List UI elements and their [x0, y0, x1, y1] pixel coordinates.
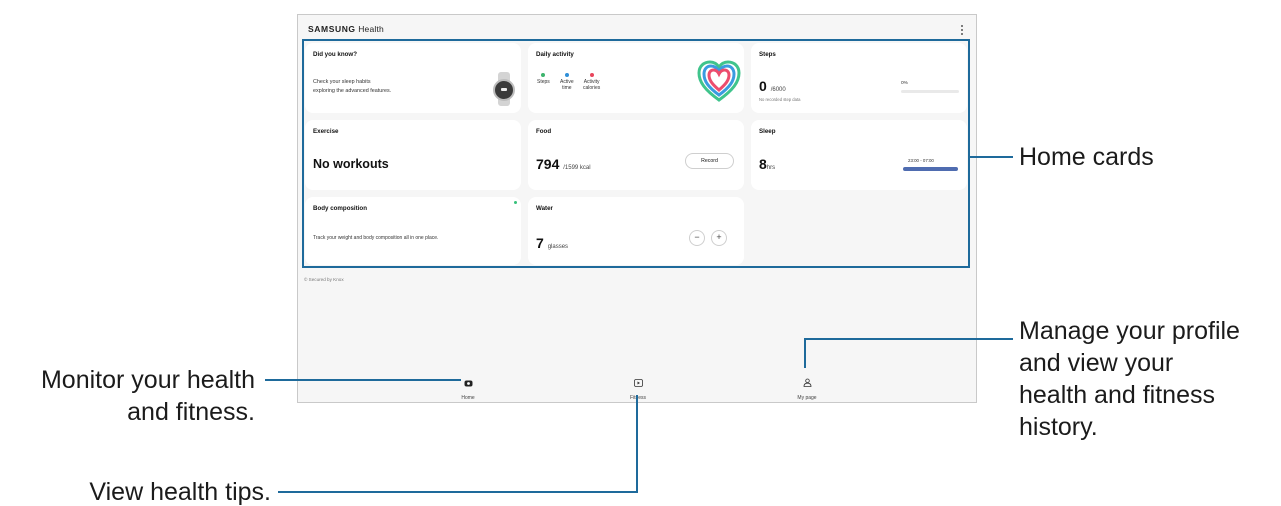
knox-note: © Secured by Knox [304, 277, 344, 282]
callout-profile: Manage your profile and view your health… [1019, 317, 1240, 441]
callout-line-home-cards [970, 156, 1013, 158]
app-header: SAMSUNG Health [308, 23, 968, 39]
app-logo: SAMSUNG Health [308, 24, 384, 34]
fitness-icon [633, 379, 643, 387]
nav-fitness[interactable]: Fitness [608, 374, 668, 401]
callout-line-profile-v [804, 338, 806, 368]
more-options-button[interactable] [958, 23, 966, 37]
home-cards-highlight [302, 39, 970, 268]
callout-line-profile-h [804, 338, 1013, 340]
home-icon [464, 380, 472, 387]
nav-my-page[interactable]: My page [777, 374, 837, 401]
callout-tips: View health tips. [89, 478, 271, 506]
person-icon [803, 378, 811, 387]
callout-line-tips-h [278, 491, 638, 493]
callout-line-tips-v [636, 395, 638, 493]
more-vertical-icon [961, 25, 963, 27]
callout-home-cards: Home cards [1019, 143, 1154, 171]
callout-monitor: Monitor your health and fitness. [40, 366, 255, 426]
callout-line-monitor [265, 379, 461, 381]
